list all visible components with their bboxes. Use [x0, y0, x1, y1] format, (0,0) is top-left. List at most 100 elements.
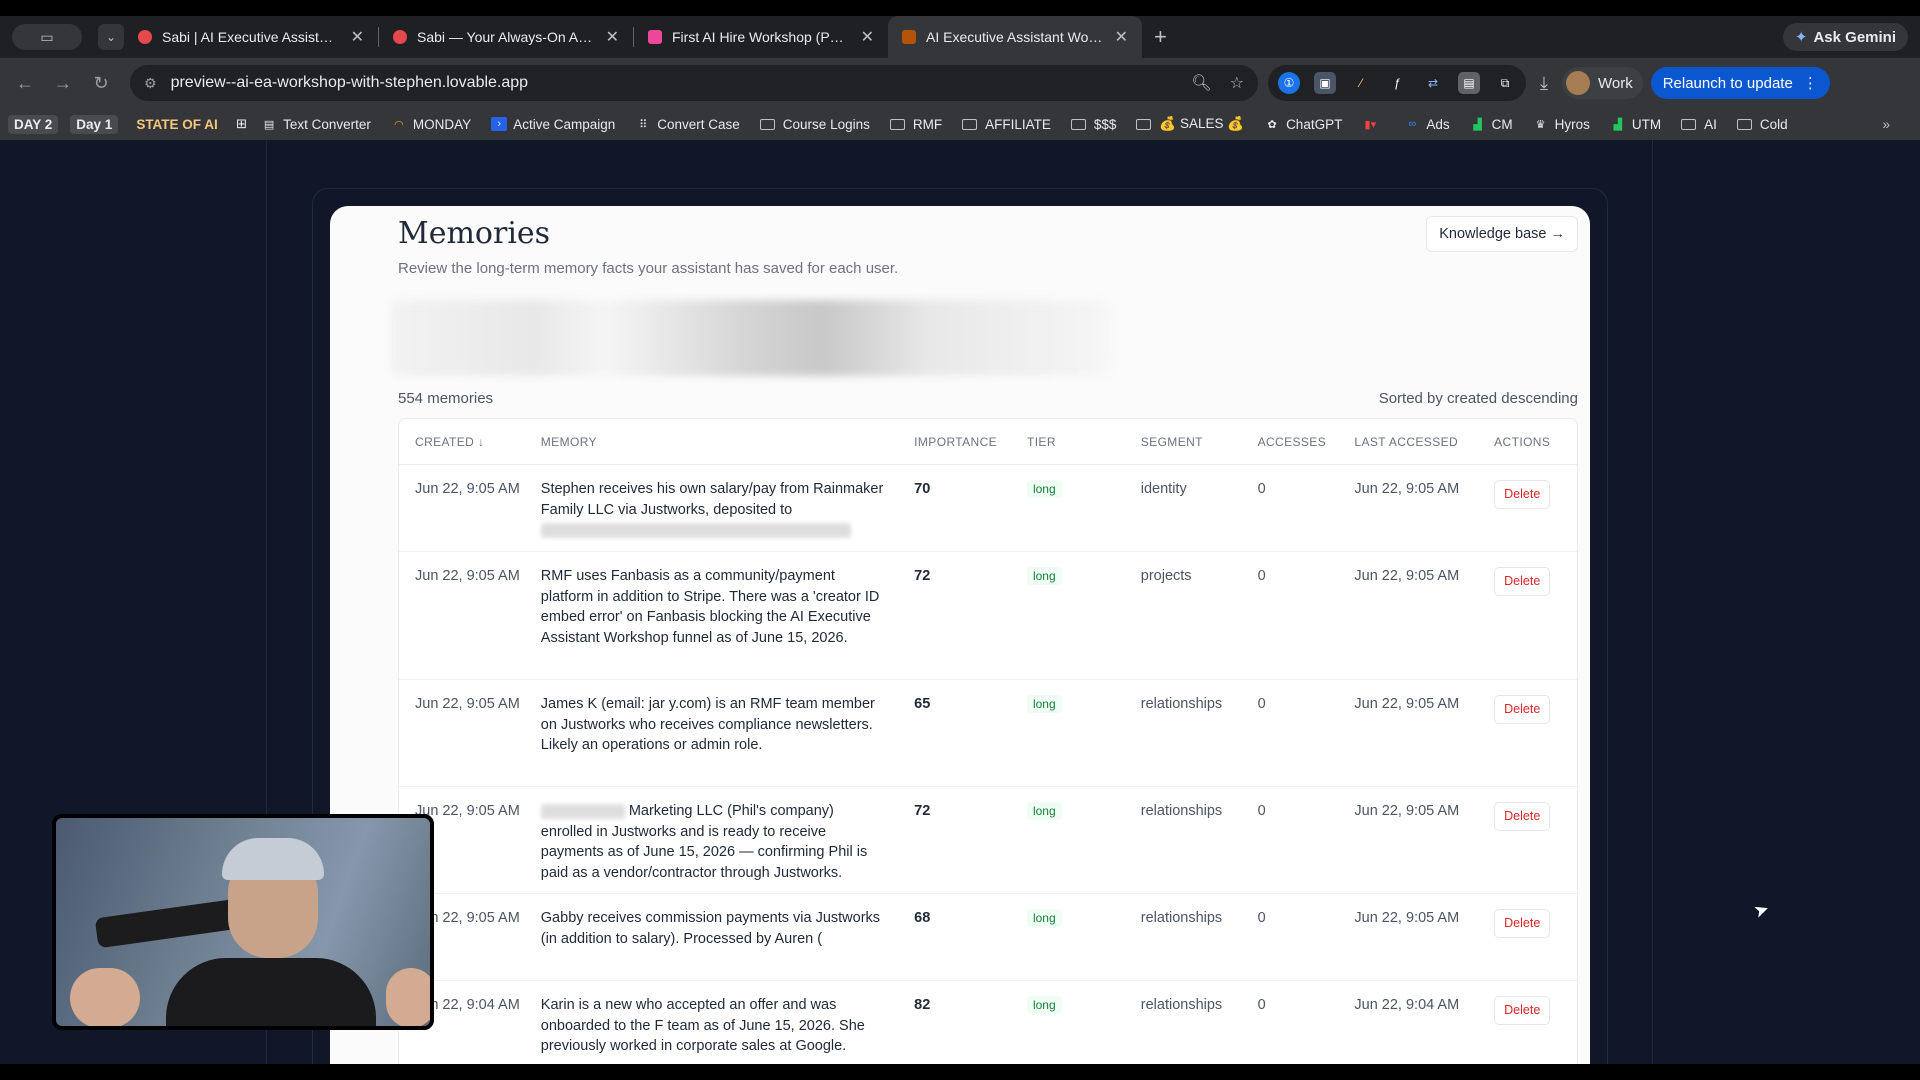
browser-tab-active[interactable]: AI Executive Assistant Works ✕ — [888, 16, 1142, 58]
bookmark-state-of-ai[interactable]: STATE OF AI — [130, 115, 224, 134]
tab-favicon-icon — [393, 30, 407, 44]
address-bar[interactable]: ⚙ preview--ai-ea-workshop-with-stephen.l… — [130, 65, 1258, 101]
memory-cell: Karin is a new who accepted an offer and… — [540, 997, 865, 1054]
relaunch-label: Relaunch to update — [1662, 74, 1793, 92]
close-icon[interactable]: ✕ — [351, 27, 364, 47]
extension-badge-icon[interactable]: ▤ — [1458, 72, 1480, 94]
meta-icon: ∞ — [1408, 118, 1417, 130]
more-vert-icon: ⋮ — [1802, 75, 1818, 92]
puzzle-icon[interactable]: ⧉ — [1494, 72, 1516, 94]
delete-button[interactable]: Delete — [1494, 567, 1551, 596]
bookmark-item[interactable]: ∞ Ads — [1404, 117, 1449, 132]
delete-button[interactable]: Delete — [1494, 695, 1551, 724]
bookmark-folder[interactable]: 💰 SALES 💰 — [1136, 116, 1244, 132]
close-icon[interactable]: ✕ — [861, 27, 874, 47]
tab-search-button[interactable]: ▭ — [12, 24, 82, 50]
bookmark-folder[interactable]: AI — [1681, 117, 1717, 132]
segment-cell: relationships — [1140, 997, 1223, 1013]
cm-chart-icon: ▟ — [1473, 118, 1482, 131]
created-cell: Jun 22, 9:05 AM — [415, 568, 520, 584]
delete-button[interactable]: Delete — [1494, 480, 1551, 509]
actions-cell: Delete — [1494, 908, 1577, 980]
actions-cell: Delete — [1494, 995, 1577, 1064]
screen-recorder-icon[interactable]: ▣ — [1314, 72, 1336, 94]
bookmark-day1[interactable]: Day 1 — [70, 114, 119, 134]
bookmark-item[interactable]: ▤ Text Converter — [261, 117, 371, 132]
importance-cell: 72 — [914, 803, 931, 819]
tier-cell: long — [1026, 908, 1141, 980]
bookmark-item[interactable]: ♛ Hyros — [1533, 117, 1590, 132]
bookmark-folder[interactable]: Course Logins — [759, 117, 870, 132]
knowledge-base-button[interactable]: Knowledge base → — [1426, 216, 1578, 252]
chevron-down-icon: ⌄ — [105, 30, 117, 44]
segment-cell: relationships — [1140, 696, 1223, 712]
new-tab-button[interactable]: + — [1154, 24, 1167, 50]
delete-button[interactable]: Delete — [1494, 996, 1551, 1025]
url-text[interactable]: preview--ai-ea-workshop-with-stephen.lov… — [171, 74, 1174, 92]
bookmark-star-icon[interactable]: ☆ — [1230, 73, 1244, 93]
link-icon[interactable]: ⇄ — [1422, 72, 1444, 94]
last-accessed-cell: Jun 22, 9:05 AM — [1354, 910, 1460, 926]
gemini-sparkle-icon: ✦ — [1794, 29, 1808, 46]
bookmark-folder[interactable]: $$$ — [1070, 117, 1116, 132]
bookmark-folder[interactable]: Cold — [1736, 116, 1788, 132]
presenter-cap — [222, 838, 324, 880]
presenter-image — [166, 958, 376, 1026]
segment-cell: identity — [1140, 481, 1187, 497]
browser-tab[interactable]: Sabi — Your Always-On AI As ✕ — [379, 16, 633, 58]
bookmark-item[interactable]: › Active Campaign — [491, 117, 615, 132]
close-icon[interactable]: ✕ — [606, 27, 619, 47]
bookmark-folder[interactable]: RMF — [889, 116, 943, 132]
redacted-text — [540, 803, 625, 819]
bookmark-label: Cold — [1759, 116, 1788, 132]
chevron-double-right-icon[interactable]: » — [1882, 117, 1890, 132]
bookmark-item[interactable]: ✿ ChatGPT — [1264, 117, 1342, 132]
importance-cell: 68 — [914, 910, 931, 926]
monday-icon: ◠ — [394, 118, 404, 131]
browser-tab[interactable]: First AI Hire Workshop (Public ✕ — [634, 16, 888, 58]
extensions-area: ① ▣ ⁄ ƒ ⇄ ▤ ⧉ — [1268, 65, 1526, 101]
function-icon[interactable]: ƒ — [1386, 72, 1408, 94]
download-icon[interactable]: ⤓ — [1540, 73, 1548, 94]
wand-icon[interactable]: ⁄ — [1350, 72, 1372, 94]
password-manager-icon[interactable]: ① — [1278, 72, 1300, 94]
apps-grid-icon[interactable]: ⊞ — [236, 116, 247, 132]
browser-tab[interactable]: Sabi | AI Executive Assistant f ✕ — [124, 16, 378, 58]
forward-arrow-icon[interactable]: → — [44, 73, 82, 94]
bookmark-item[interactable]: ▟ CM — [1470, 117, 1512, 132]
sidebar-icon: ▭ — [40, 28, 54, 45]
tier-cell: long — [1026, 479, 1141, 551]
back-arrow-icon[interactable]: ← — [6, 73, 44, 94]
tab-list-button[interactable]: ⌄ — [98, 24, 124, 50]
chart-icon: ▮▾ — [1364, 118, 1377, 131]
bookmark-day2[interactable]: DAY 2 — [8, 114, 59, 134]
tab-favicon-icon — [138, 30, 152, 44]
tier-badge: long — [1026, 480, 1062, 498]
zoom-icon[interactable]: 🔍︎ — [1191, 73, 1211, 93]
delete-button[interactable]: Delete — [1494, 802, 1551, 831]
ask-gemini-button[interactable]: ✦ Ask Gemini — [1782, 23, 1908, 51]
bookmark-folder[interactable]: AFFILIATE — [962, 117, 1051, 132]
bookmark-label: ChatGPT — [1286, 116, 1343, 132]
memory-cell: Stephen receives his own salary/pay from… — [540, 479, 914, 551]
browser-toolbar: ← → ↻ ⚙ preview--ai-ea-workshop-with-ste… — [0, 58, 1920, 108]
tier-cell: long — [1026, 566, 1141, 679]
column-header-created[interactable]: CREATED ↓ — [399, 435, 541, 449]
tab-title: Sabi — Your Always-On AI As — [417, 29, 596, 45]
site-settings-icon[interactable]: ⚙ — [144, 75, 157, 92]
bookmark-item[interactable]: ⠿ Convert Case — [635, 117, 740, 132]
delete-button[interactable]: Delete — [1494, 909, 1551, 938]
actions-cell: Delete — [1494, 801, 1577, 893]
tier-cell: long — [1026, 801, 1141, 893]
reload-icon[interactable]: ↻ — [82, 73, 120, 94]
relaunch-button[interactable]: Relaunch to update ⋮ — [1650, 67, 1830, 99]
bookmark-item[interactable]: ▮▾ — [1362, 117, 1384, 131]
bookmark-item[interactable]: ◠ MONDAY — [391, 117, 471, 132]
bookmark-label: RMF — [912, 116, 943, 132]
folder-icon — [759, 118, 775, 130]
bookmark-label: Active Campaign — [513, 116, 616, 132]
bookmark-item[interactable]: ▟ UTM — [1610, 117, 1661, 132]
avatar — [1565, 71, 1590, 95]
close-icon[interactable]: ✕ — [1115, 27, 1128, 47]
profile-button[interactable]: Work — [1561, 67, 1643, 99]
